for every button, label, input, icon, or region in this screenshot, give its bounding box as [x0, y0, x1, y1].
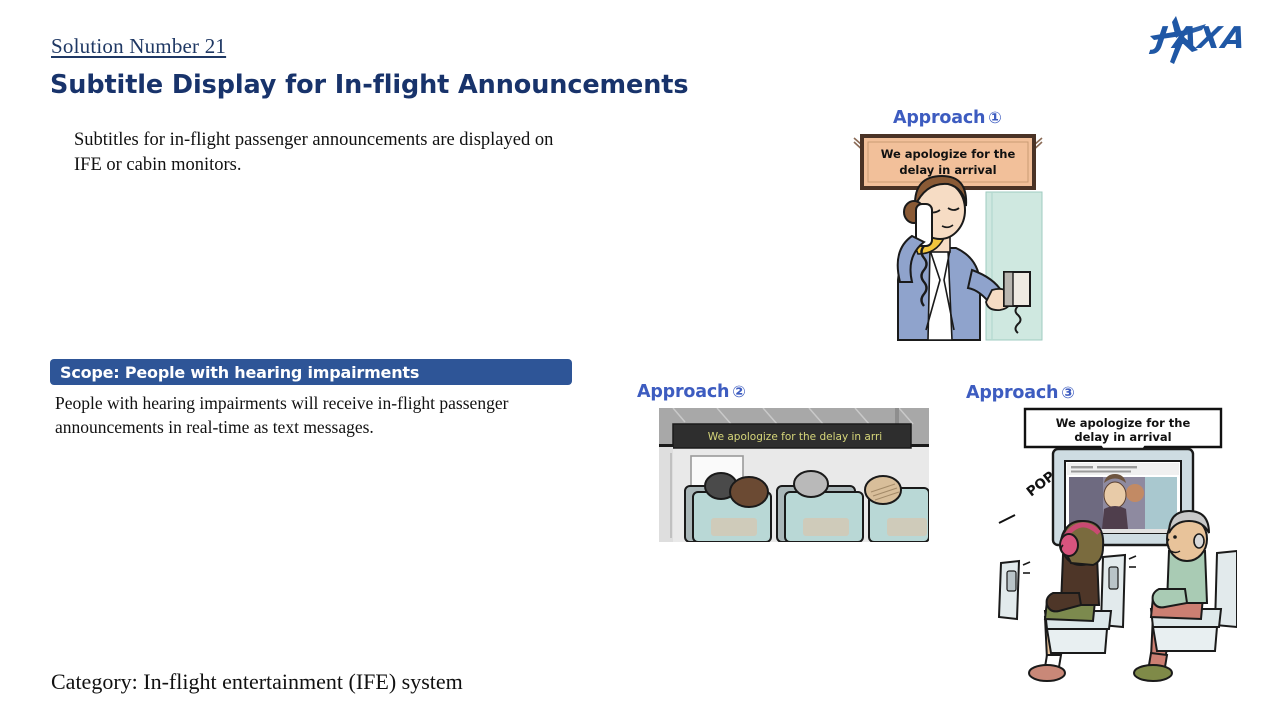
- page-title: Subtitle Display for In-flight Announcem…: [50, 70, 689, 100]
- approach-3-illustration: We apologize for the delay in arrival PO…: [985, 405, 1237, 691]
- approach-3-callout-line2: delay in arrival: [1074, 430, 1171, 444]
- approach-2-banner-text: We apologize for the delay in arri: [708, 431, 882, 443]
- approach-1-sign-line1: We apologize for the: [881, 147, 1016, 161]
- approach-2-number: ②: [732, 382, 746, 401]
- scope-banner-label: Scope: People with hearing impairments: [60, 362, 420, 382]
- svg-text:J: J: [1149, 21, 1170, 56]
- category-label: Category: In-flight entertainment (IFE) …: [51, 669, 463, 694]
- solution-number: Solution Number 21: [51, 34, 227, 58]
- approach-3-callout-line1: We apologize for the: [1056, 416, 1191, 430]
- approach-3-heading-text: Approach: [966, 383, 1059, 403]
- approach-2-heading: Approach ②: [637, 382, 746, 402]
- approach-1-number: ①: [988, 108, 1002, 127]
- approach-2-heading-text: Approach: [637, 382, 730, 402]
- scope-paragraph: People with hearing impairments will rec…: [55, 393, 509, 437]
- intro-paragraph: Subtitles for in-flight passenger announ…: [74, 130, 554, 175]
- approach-3-heading: Approach ③: [966, 383, 1075, 403]
- overhead-subtitle-banner: We apologize for the delay in arri: [672, 423, 912, 449]
- approach-1-illustration: We apologize for the delay in arrival: [852, 130, 1044, 342]
- approach-3-number: ③: [1061, 383, 1075, 402]
- approach-1-heading-text: Approach: [893, 108, 986, 128]
- jaxa-logo: J A X A: [1146, 10, 1266, 66]
- approach-2-illustration: We apologize for the delay in arri: [659, 408, 929, 542]
- approach-1-sign-line2: delay in arrival: [899, 163, 996, 177]
- approach-1-heading: Approach ①: [893, 108, 1002, 128]
- scope-banner: Scope: People with hearing impairments: [50, 359, 572, 385]
- slide-root: J A X A Solution Number 21 Subtitle Disp…: [0, 0, 1280, 720]
